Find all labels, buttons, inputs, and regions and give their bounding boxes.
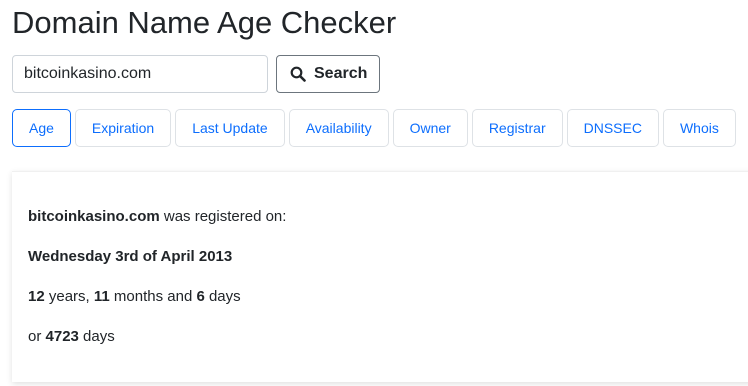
registered-text: was registered on: [159,208,287,225]
years-label: years, [44,288,94,305]
tab-bar: Age Expiration Last Update Availability … [12,109,736,147]
search-button-label: Search [314,65,368,82]
age-breakdown: 12 years, 11 months and 6 days [28,288,241,305]
days-label: days [204,288,241,305]
age-months: 11 [93,288,110,305]
tab-last-update[interactable]: Last Update [175,109,285,147]
total-days-line: or 4723 days [28,328,115,345]
tab-registrar[interactable]: Registrar [471,109,563,147]
total-days-label: days [78,328,115,345]
months-label: months and [109,288,197,305]
search-button[interactable]: Search [276,55,381,93]
registered-date: Wednesday 3rd of April 2013 [28,248,233,265]
domain-input[interactable] [12,55,268,93]
page-title: Domain Name Age Checker [12,5,397,40]
tab-dnssec[interactable]: DNSSEC [566,109,659,147]
search-form: Search [12,55,381,93]
age-years: 12 [28,288,45,305]
tab-owner[interactable]: Owner [392,109,468,147]
or-label: or [28,328,46,345]
total-days: 4723 [45,328,79,345]
tab-availability[interactable]: Availability [288,109,389,147]
search-icon [290,66,306,82]
tab-age[interactable]: Age [12,109,71,147]
tab-expiration[interactable]: Expiration [74,109,172,147]
registered-line: bitcoinkasino.com was registered on: [28,208,286,225]
tab-whois[interactable]: Whois [662,109,736,147]
result-card: bitcoinkasino.com was registered on: Wed… [12,171,748,382]
age-days: 6 [196,288,205,305]
result-domain: bitcoinkasino.com [28,208,160,225]
